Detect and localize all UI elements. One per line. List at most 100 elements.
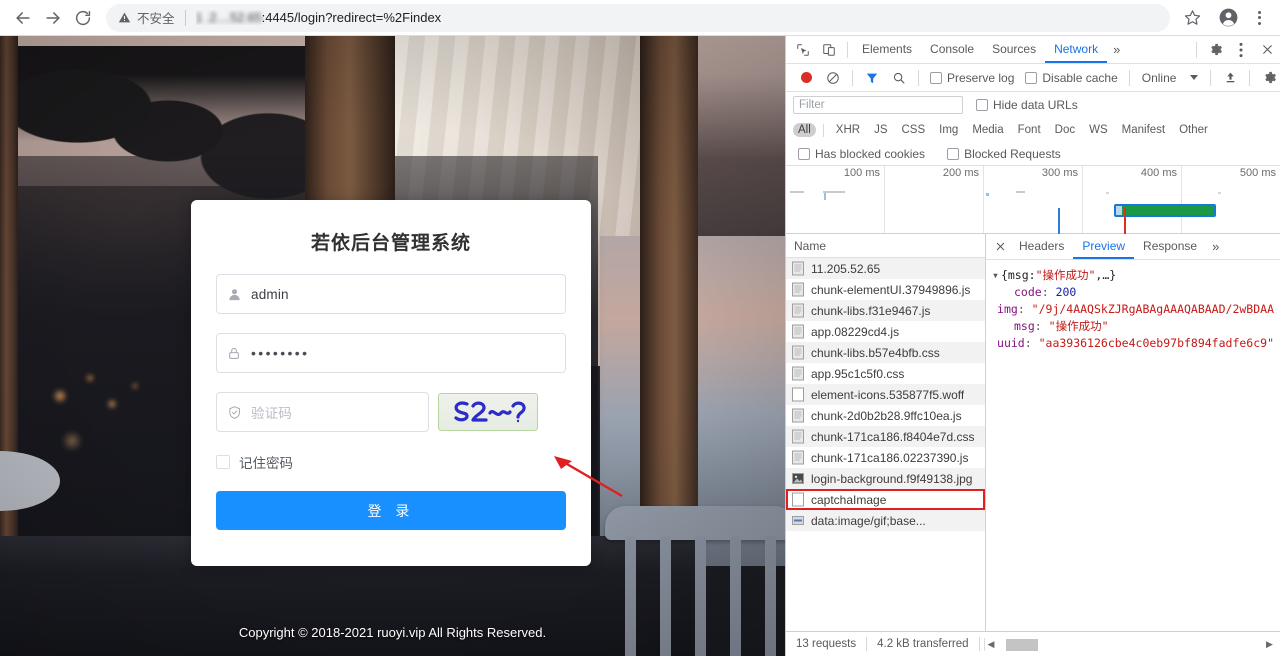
table-row[interactable]: data:image/gif;base...: [786, 510, 985, 531]
blocked-filters-bar: Has blocked cookies Blocked Requests: [786, 142, 1280, 166]
table-row[interactable]: chunk-libs.b57e4bfb.css: [786, 342, 985, 363]
json-summary-row[interactable]: ▾ {msg: "操作成功" ,…}: [992, 267, 1274, 284]
disable-cache-label: Disable cache: [1042, 70, 1118, 85]
disable-cache-toggle[interactable]: Disable cache: [1020, 71, 1122, 85]
hide-data-urls-toggle[interactable]: Hide data URLs: [971, 98, 1083, 112]
profile-avatar-icon[interactable]: [1214, 4, 1242, 32]
table-row[interactable]: chunk-elementUI.37949896.js: [786, 279, 985, 300]
filter-input[interactable]: Filter: [793, 96, 963, 114]
filter-funnel-icon[interactable]: [859, 65, 885, 91]
detail-tab-response[interactable]: Response: [1134, 234, 1206, 259]
throttling-dropdown[interactable]: Online: [1136, 71, 1205, 85]
search-icon[interactable]: [886, 65, 912, 91]
blocked-requests-label: Blocked Requests: [964, 146, 1061, 161]
type-filter-ws[interactable]: WS: [1084, 123, 1113, 137]
table-row[interactable]: chunk-171ca186.f8404e7d.css: [786, 426, 985, 447]
hide-data-urls-checkbox[interactable]: [976, 99, 988, 111]
import-har-icon[interactable]: [1217, 65, 1243, 91]
scroll-left-icon[interactable]: ◀: [985, 639, 998, 650]
has-blocked-cookies-checkbox[interactable]: [798, 147, 810, 160]
json-key: img: [997, 302, 1018, 316]
preview-json-viewer[interactable]: ▾ {msg: "操作成功" ,…} code: 200 img: "/9j/4…: [986, 260, 1280, 631]
tab-elements[interactable]: Elements: [853, 36, 921, 63]
browser-menu-icon[interactable]: [1246, 4, 1272, 32]
inspect-element-icon[interactable]: [790, 37, 816, 63]
forward-icon[interactable]: [38, 3, 68, 33]
has-blocked-cookies-label: Has blocked cookies: [815, 146, 926, 161]
table-row[interactable]: 11.205.52.65: [786, 258, 985, 279]
close-devtools-icon[interactable]: [1254, 37, 1280, 63]
detail-tab-preview[interactable]: Preview: [1073, 234, 1135, 259]
request-list[interactable]: 11.205.52.65 chunk-elementUI.37949896.js…: [786, 258, 985, 631]
type-filter-other[interactable]: Other: [1174, 123, 1213, 137]
json-summary-prefix: {msg:: [1000, 268, 1036, 282]
captcha-image[interactable]: [438, 393, 538, 431]
security-warning[interactable]: 不安全: [118, 8, 175, 27]
detail-more-tabs-icon[interactable]: »: [1206, 239, 1225, 254]
script-icon: [792, 303, 804, 318]
remember-checkbox[interactable]: [216, 455, 230, 469]
scrollbar-track[interactable]: [998, 638, 1263, 651]
scroll-right-icon[interactable]: ▶: [1263, 639, 1276, 650]
password-field[interactable]: ••••••••: [216, 333, 566, 373]
generic-icon: [792, 492, 804, 507]
type-filter-all[interactable]: All: [793, 123, 816, 137]
type-filter-img[interactable]: Img: [934, 123, 963, 137]
table-row[interactable]: chunk-libs.f31e9467.js: [786, 300, 985, 321]
username-field[interactable]: admin: [216, 274, 566, 314]
toolbar-divider-1: [852, 69, 853, 86]
back-icon[interactable]: [8, 3, 38, 33]
scrollbar-thumb[interactable]: [1005, 638, 1038, 651]
horizontal-scrollbar[interactable]: ◀ ▶: [983, 637, 1276, 651]
close-detail-icon[interactable]: [990, 241, 1010, 252]
tab-console[interactable]: Console: [921, 36, 983, 63]
record-button[interactable]: [793, 65, 819, 91]
type-divider: [822, 123, 824, 137]
tab-network[interactable]: Network: [1045, 36, 1108, 63]
preserve-log-toggle[interactable]: Preserve log: [925, 71, 1019, 85]
remember-password-row[interactable]: 记住密码: [216, 452, 566, 472]
captcha-field[interactable]: 验证码: [216, 392, 429, 432]
gear-icon[interactable]: [1202, 37, 1228, 63]
type-filter-css[interactable]: CSS: [896, 123, 930, 137]
detail-tabbar: Headers Preview Response »: [986, 234, 1280, 260]
network-settings-gear-icon[interactable]: [1256, 65, 1280, 91]
type-filter-doc[interactable]: Doc: [1050, 123, 1080, 137]
devtools-tabbar: Elements Console Sources Network »: [786, 36, 1280, 64]
clear-icon[interactable]: [820, 65, 846, 91]
request-name: element-icons.535877f5.woff: [811, 387, 965, 402]
request-name-column-header[interactable]: Name: [786, 234, 985, 258]
type-filter-js[interactable]: JS: [869, 123, 892, 137]
timeline-minibar: [790, 191, 804, 193]
type-filter-xhr[interactable]: XHR: [831, 123, 865, 137]
address-bar[interactable]: 不安全 1 .2....52.65:4445/login?redirect=%2…: [106, 3, 1170, 32]
table-row[interactable]: login-background.f9f49138.jpg: [786, 468, 985, 489]
tab-sources[interactable]: Sources: [983, 36, 1045, 63]
blocked-requests-checkbox[interactable]: [947, 147, 960, 160]
table-row[interactable]: app.95c1c5f0.css: [786, 363, 985, 384]
timeline-minibar: [823, 191, 845, 193]
more-tabs-icon[interactable]: »: [1107, 42, 1126, 57]
preserve-log-checkbox[interactable]: [930, 71, 942, 84]
disable-cache-checkbox[interactable]: [1025, 71, 1038, 84]
type-filter-font[interactable]: Font: [1013, 123, 1046, 137]
login-submit-button[interactable]: 登 录: [216, 491, 566, 530]
blocked-requests-toggle[interactable]: Blocked Requests: [942, 147, 1066, 161]
type-filter-media[interactable]: Media: [967, 123, 1008, 137]
detail-tab-headers[interactable]: Headers: [1010, 234, 1073, 259]
table-row[interactable]: chunk-2d0b2b28.9ffc10ea.js: [786, 405, 985, 426]
request-name: app.08229cd4.js: [811, 324, 900, 339]
table-row[interactable]: app.08229cd4.js: [786, 321, 985, 342]
type-filter-manifest[interactable]: Manifest: [1117, 123, 1170, 137]
devtools-menu-icon[interactable]: [1228, 37, 1254, 63]
expand-triangle-icon[interactable]: ▾: [992, 267, 999, 284]
table-row[interactable]: chunk-171ca186.02237390.js: [786, 447, 985, 468]
table-row-captcha-image[interactable]: captchaImage: [786, 489, 985, 510]
timeline-minibar: [986, 193, 989, 196]
has-blocked-cookies-toggle[interactable]: Has blocked cookies: [793, 147, 930, 161]
network-overview-timeline[interactable]: 100 ms 200 ms 300 ms 400 ms 500 ms: [786, 166, 1280, 234]
bookmark-star-icon[interactable]: [1178, 4, 1206, 32]
reload-icon[interactable]: [68, 3, 98, 33]
device-toolbar-icon[interactable]: [816, 37, 842, 63]
table-row[interactable]: element-icons.535877f5.woff: [786, 384, 985, 405]
